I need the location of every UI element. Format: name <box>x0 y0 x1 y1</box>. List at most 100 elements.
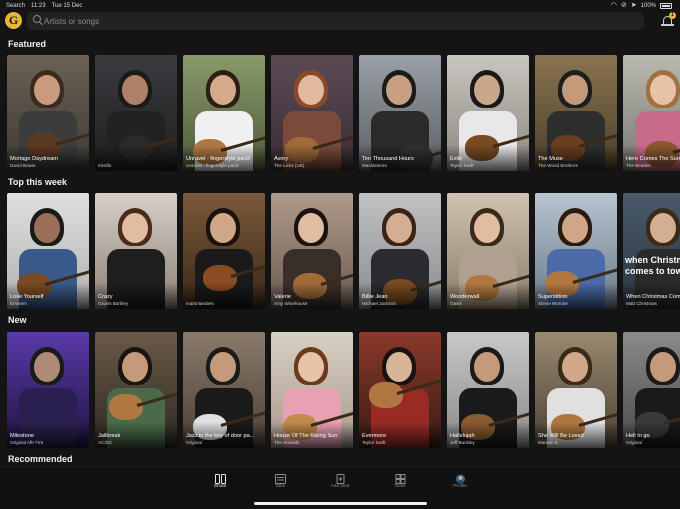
tab-shots-label: Shots <box>213 484 227 489</box>
shot-card[interactable]: when Christmas comes to town When Christm… <box>623 193 680 309</box>
shot-artist: Michael Jackson <box>362 301 396 306</box>
wifi-icon: ◠ <box>610 2 617 9</box>
shot-card[interactable]: The Muse The Wood Brothers <box>535 55 617 171</box>
shot-artist: AC/DC <box>98 440 113 445</box>
shot-artist: Eminem <box>10 301 27 306</box>
shot-artist: Maroon 5 <box>538 440 558 445</box>
shot-title: Superstition <box>538 294 568 300</box>
shot-card[interactable]: Jazz in the key of door pa... Original <box>183 332 265 448</box>
shot-card[interactable]: Exile Taylor Swift <box>447 55 529 171</box>
tools-icon <box>395 471 406 484</box>
shot-thumbnail <box>95 332 177 448</box>
shot-artist: Kitsillo <box>98 163 112 168</box>
shot-card[interactable]: Jailbreak AC/DC <box>95 332 177 448</box>
shot-artist: David Bowie <box>10 163 36 168</box>
shot-artist: The Wood Brothers <box>538 163 578 168</box>
shot-card[interactable]: Billie Jean Michael Jackson <box>359 193 441 309</box>
tab-tools-label: Tools <box>394 484 406 489</box>
shot-card[interactable]: Valerie Amy Winehouse <box>271 193 353 309</box>
home-indicator[interactable] <box>254 502 427 505</box>
shot-artist: Macklemore <box>362 163 388 168</box>
shot-card[interactable]: Ten Thousand Hours Macklemore <box>359 55 441 171</box>
shot-card[interactable]: Unravel - fingerstyle part3 Unravel - fin… <box>183 55 265 171</box>
shot-artist: The Animals <box>274 440 300 445</box>
shots-icon <box>214 471 226 484</box>
shot-thumbnail <box>535 55 617 171</box>
shot-card[interactable]: Evermore Taylor Swift <box>359 332 441 448</box>
shot-thumbnail <box>447 332 529 448</box>
tab-bar: Shots Tabs Add shot Tools Profile <box>0 466 680 509</box>
status-date: Tue 15 Dec <box>51 3 83 9</box>
shot-artist: Taylor Swift <box>450 163 474 168</box>
shot-artist: The Beatles <box>626 163 651 168</box>
new-row: Milestone Original Aftr Fire Jailbreak AC/D… <box>7 332 680 448</box>
shot-card[interactable]: Mortage Daydream David Bowie <box>7 55 89 171</box>
add-shot-icon <box>335 471 346 484</box>
shot-thumbnail <box>359 332 441 448</box>
shot-card[interactable]: Hell to go Original <box>623 332 680 448</box>
shot-title: Billie Jean <box>362 294 388 300</box>
notification-badge: 1 <box>669 12 676 19</box>
shot-artist: Unravel - fingerstyle part3 <box>186 163 239 168</box>
shot-thumbnail <box>183 55 265 171</box>
shot-title: When Christmas Comes To Town <box>626 294 680 300</box>
search-icon <box>33 15 41 23</box>
shot-card[interactable]: Hallelujah Jeff Buckley <box>447 332 529 448</box>
shot-thumbnail <box>183 332 265 448</box>
shot-title: She Will Be Loved <box>538 433 584 439</box>
section-title-recommended: Recommended <box>8 454 73 464</box>
tab-tools[interactable]: Tools <box>370 471 430 493</box>
shot-card[interactable]: Avery The Licks (US) <box>271 55 353 171</box>
shot-artist: Original <box>626 440 642 445</box>
section-title-new: New <box>8 315 27 325</box>
shot-title: Here Comes The Sun <box>626 156 680 162</box>
shot-title: Avery <box>274 156 289 162</box>
shot-artist: Gnarls Barkley <box>98 301 129 306</box>
shot-card[interactable]: Superstition Stevie Wonder <box>535 193 617 309</box>
shot-title: Mortage Daydream <box>10 156 58 162</box>
shot-card[interactable]: She Will Be Loved Maroon 5 <box>535 332 617 448</box>
shot-card[interactable]: Crazy Gnarls Barkley <box>95 193 177 309</box>
shot-card[interactable]: Here Comes The Sun The Beatles <box>623 55 680 171</box>
tab-tabs[interactable]: Tabs <box>250 471 310 493</box>
tab-profile-label: Profile <box>453 484 467 489</box>
shot-artist: Taylor Swift <box>362 440 386 445</box>
shot-thumbnail <box>271 332 353 448</box>
shot-thumbnail <box>359 55 441 171</box>
shot-thumbnail <box>535 332 617 448</box>
app-logo[interactable]: G <box>5 12 22 29</box>
shot-title: Evermore <box>362 433 387 439</box>
tab-add-shot[interactable]: Add shot <box>310 471 370 493</box>
shot-title: House Of The Rising Sun <box>274 433 338 439</box>
search-bar[interactable] <box>27 12 644 30</box>
notifications-button[interactable]: 1 <box>661 12 676 28</box>
shot-thumbnail <box>447 55 529 171</box>
shot-thumbnail <box>447 193 529 309</box>
shot-card[interactable]: marshlaeders <box>183 193 265 309</box>
shot-card[interactable]: House Of The Rising Sun The Animals <box>271 332 353 448</box>
shot-title: Jailbreak <box>98 433 121 439</box>
search-input[interactable] <box>44 13 624 29</box>
shot-card[interactable]: Lose Yourself Eminem <box>7 193 89 309</box>
shot-card[interactable]: Wonderwall Oasis <box>447 193 529 309</box>
tab-profile[interactable]: Profile <box>430 471 490 493</box>
shot-thumbnail <box>7 55 89 171</box>
shot-title: Exile <box>450 156 463 162</box>
shot-thumbnail <box>183 193 265 309</box>
shot-artist: The Licks (US) <box>274 163 305 168</box>
top-bar: G 1 <box>0 10 680 32</box>
shot-card[interactable]: Milestone Original Aftr Fire <box>7 332 89 448</box>
status-time: 11:23 <box>31 3 46 9</box>
shot-overlay-text: when Christmas comes to town <box>625 255 680 276</box>
shot-thumbnail <box>535 193 617 309</box>
orientation-lock-icon: ⊘ <box>620 2 627 9</box>
shot-thumbnail <box>7 193 89 309</box>
shot-card[interactable]: Kitsillo <box>95 55 177 171</box>
back-to-app-link[interactable]: Search <box>6 3 25 9</box>
shot-artist: Original Aftr Fire <box>10 440 44 445</box>
shot-thumbnail <box>271 55 353 171</box>
shot-thumbnail <box>623 332 680 448</box>
battery-icon <box>660 3 672 9</box>
section-title-featured: Featured <box>8 39 47 49</box>
tab-shots[interactable]: Shots <box>190 471 250 493</box>
